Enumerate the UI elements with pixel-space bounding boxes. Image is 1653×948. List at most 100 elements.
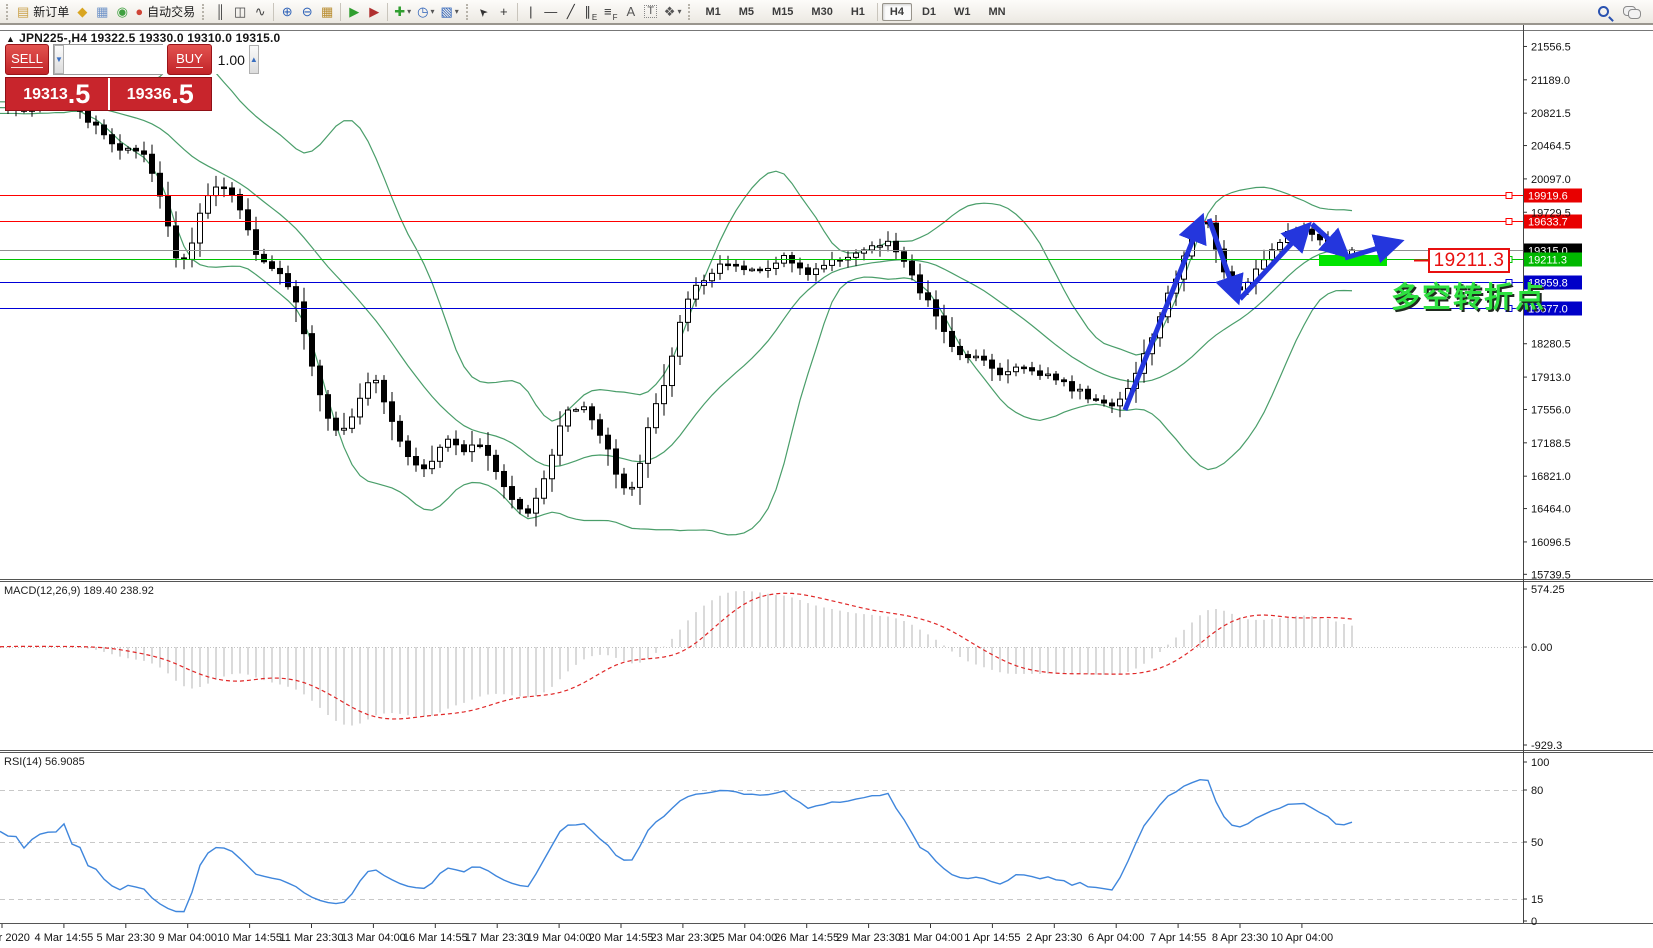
candle-body bbox=[197, 212, 203, 244]
candle-body bbox=[349, 416, 355, 429]
candle-body bbox=[597, 419, 603, 436]
candle-body bbox=[213, 186, 219, 197]
candle-body bbox=[885, 240, 891, 247]
time-axis: 3 Mar 2020 4 Mar 14:555 Mar 23:309 Mar 04… bbox=[0, 924, 1333, 944]
price-tick-label: 15739.5 bbox=[1531, 569, 1571, 581]
time-tick-label: 17 Mar 23:30 bbox=[465, 932, 530, 944]
rsi-axis-label: 100 bbox=[1531, 757, 1549, 769]
time-tick-label: 26 Mar 14:55 bbox=[774, 932, 839, 944]
candle-body bbox=[173, 225, 179, 259]
price-tick-label: 17556.0 bbox=[1531, 404, 1571, 416]
candle-body bbox=[429, 460, 435, 470]
price-tick-label: 20097.0 bbox=[1531, 174, 1571, 186]
price-tick-label: 20464.5 bbox=[1531, 141, 1571, 153]
candle-body bbox=[109, 134, 115, 145]
candle-body bbox=[373, 379, 379, 384]
line-handle[interactable] bbox=[1505, 192, 1513, 199]
price-tick-label: 19729.5 bbox=[1531, 207, 1571, 219]
time-tick-label: 29 Mar 23:30 bbox=[836, 932, 901, 944]
candle-body bbox=[501, 470, 507, 488]
candle-body bbox=[269, 261, 275, 269]
candle-body bbox=[589, 406, 595, 421]
candle-body bbox=[733, 263, 739, 267]
candle-body bbox=[357, 397, 363, 418]
candle-body bbox=[277, 267, 283, 275]
candle-body bbox=[1005, 371, 1011, 376]
candle-body bbox=[85, 110, 91, 123]
candle-body bbox=[541, 478, 547, 499]
candle-body bbox=[325, 394, 331, 419]
candle-body bbox=[397, 420, 403, 442]
price-tick-label: 18280.5 bbox=[1531, 339, 1571, 351]
candle-body bbox=[757, 268, 763, 272]
bollinger-bands bbox=[0, 52, 1353, 536]
candle-body bbox=[725, 263, 731, 267]
candle-body bbox=[925, 292, 931, 301]
candle-body bbox=[909, 260, 915, 276]
candle-body bbox=[301, 301, 307, 335]
candle-body bbox=[493, 454, 499, 472]
macd-signal-line bbox=[0, 592, 1353, 720]
price-callout[interactable]: 19211.3 bbox=[1428, 248, 1510, 273]
time-tick-label: 31 Mar 04:00 bbox=[898, 932, 963, 944]
chart-canvas[interactable]: 19919.619633.719315.019211.318959.818677… bbox=[0, 0, 1653, 948]
candle-body bbox=[333, 417, 339, 431]
candlesticks bbox=[5, 95, 1355, 527]
candle-body bbox=[821, 264, 827, 270]
macd-label: MACD(12,26,9) 189.40 238.92 bbox=[4, 585, 154, 597]
candle-body bbox=[229, 187, 235, 196]
macd-axis-label: 574.25 bbox=[1531, 584, 1565, 596]
candle-body bbox=[605, 434, 611, 450]
volume-increase-button[interactable]: ▲ bbox=[248, 45, 259, 74]
candle-body bbox=[517, 498, 523, 510]
candle-body bbox=[573, 409, 579, 412]
candle-body bbox=[549, 454, 555, 480]
candle-body bbox=[805, 267, 811, 275]
time-tick-label: 3 Mar 2020 bbox=[0, 932, 30, 944]
time-tick-label: 19 Mar 04:00 bbox=[527, 932, 592, 944]
time-tick-label: 8 Apr 23:30 bbox=[1212, 932, 1268, 944]
candle-body bbox=[317, 365, 323, 396]
volume-decrease-button[interactable]: ▼ bbox=[54, 45, 64, 74]
time-tick-label: 2 Apr 23:30 bbox=[1026, 932, 1082, 944]
time-tick-label: 10 Mar 14:55 bbox=[217, 932, 282, 944]
candle-body bbox=[1037, 370, 1043, 376]
candle-body bbox=[1101, 399, 1107, 404]
buy-button[interactable]: BUY bbox=[167, 44, 212, 75]
chart-title: ▲ JPN225-,H4 19322.5 19330.0 19310.0 1931… bbox=[6, 31, 281, 45]
macd-histogram bbox=[7, 591, 1353, 726]
turning-point-annotation: 多空转折点 bbox=[1391, 282, 1547, 314]
candle-body bbox=[477, 444, 483, 448]
candle-body bbox=[829, 259, 835, 266]
candle-body bbox=[797, 262, 803, 269]
ask-price: 19336.5 bbox=[126, 79, 194, 109]
candle-body bbox=[1077, 388, 1083, 392]
candle-body bbox=[189, 242, 195, 260]
candle-body bbox=[1085, 388, 1091, 400]
price-tick-label: 21556.5 bbox=[1531, 41, 1571, 53]
bid-price: 19313.5 bbox=[6, 78, 110, 110]
volume-input[interactable] bbox=[63, 45, 249, 74]
candle-body bbox=[117, 143, 123, 151]
time-tick-label: 6 Apr 04:00 bbox=[1088, 932, 1144, 944]
time-tick-label: 16 Mar 14:55 bbox=[403, 932, 468, 944]
candle-body bbox=[685, 298, 691, 323]
time-tick-label: 1 Apr 14:55 bbox=[964, 932, 1020, 944]
candle-body bbox=[245, 209, 251, 231]
collapse-triangle-icon[interactable]: ▲ bbox=[6, 34, 15, 44]
candle-body bbox=[221, 186, 227, 190]
line-handle[interactable] bbox=[1505, 218, 1513, 225]
candle-body bbox=[661, 385, 667, 405]
candle-body bbox=[1309, 228, 1315, 235]
sell-button[interactable]: SELL bbox=[5, 44, 49, 75]
candle-body bbox=[581, 406, 587, 411]
trend-arrows[interactable] bbox=[1122, 212, 1405, 411]
candle-body bbox=[637, 462, 643, 488]
candle-body bbox=[709, 272, 715, 282]
time-tick-label: 4 Mar 14:55 bbox=[35, 932, 94, 944]
price-tick-label: 21189.0 bbox=[1531, 75, 1570, 87]
time-tick-label: 5 Mar 23:30 bbox=[96, 932, 155, 944]
time-tick-label: 11 Mar 23:30 bbox=[279, 932, 343, 944]
candle-body bbox=[445, 438, 451, 448]
time-tick-label: 7 Apr 14:55 bbox=[1150, 932, 1206, 944]
